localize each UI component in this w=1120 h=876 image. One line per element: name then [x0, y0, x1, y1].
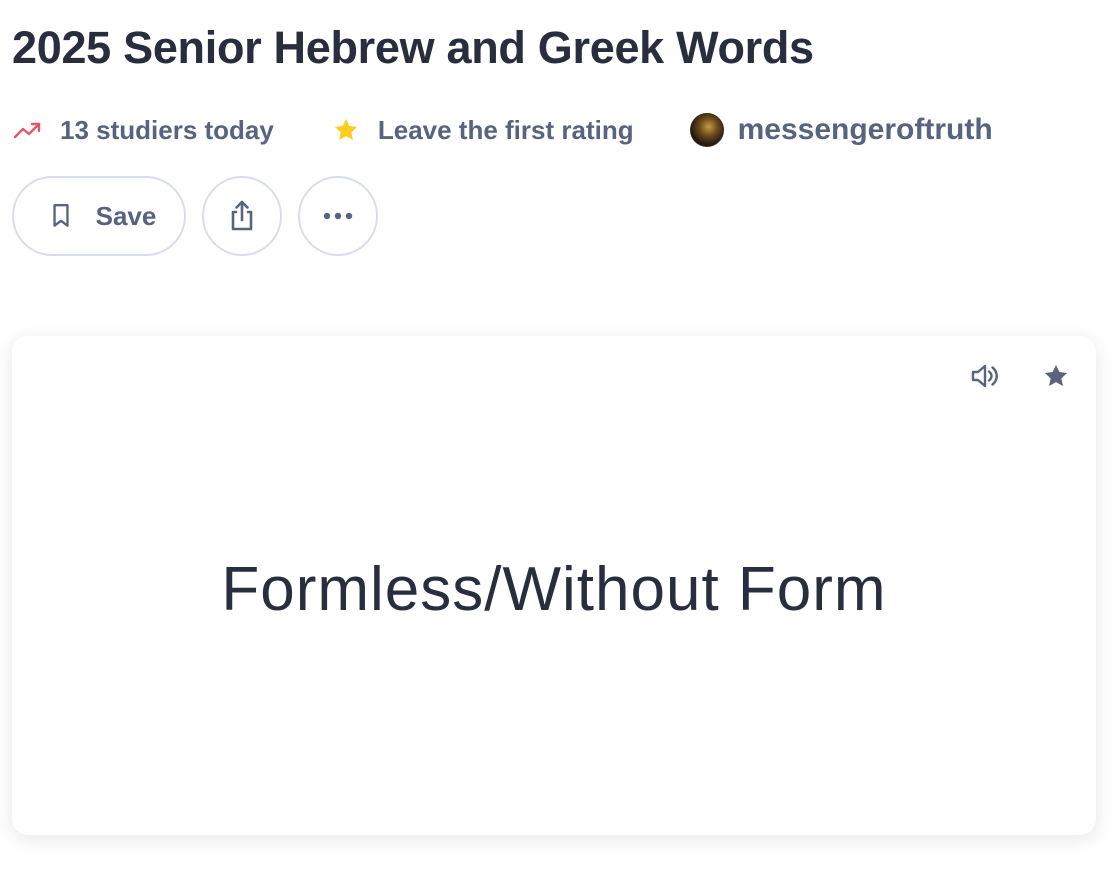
set-actions: Save	[12, 176, 378, 256]
star-icon	[332, 116, 360, 144]
share-button[interactable]	[202, 176, 282, 256]
more-horizontal-icon	[320, 198, 356, 234]
studiers-label: 13 studiers today	[60, 114, 274, 145]
trending-up-icon	[12, 118, 44, 142]
rating-label[interactable]: Leave the first rating	[378, 115, 634, 146]
rating-prompt[interactable]: Leave the first rating	[332, 115, 634, 146]
set-title: 2025 Senior Hebrew and Greek Words	[12, 22, 814, 73]
speaker-icon[interactable]	[968, 360, 1000, 392]
save-button[interactable]: Save	[12, 176, 186, 256]
save-label: Save	[95, 200, 157, 231]
star-icon[interactable]	[1040, 360, 1072, 392]
avatar[interactable]	[689, 113, 724, 147]
share-icon	[224, 198, 260, 234]
bookmark-icon	[48, 202, 74, 230]
more-options-button[interactable]	[298, 176, 378, 256]
flashcard-term: Formless/Without Form	[221, 555, 887, 624]
author-name[interactable]: messengeroftruth	[738, 113, 993, 147]
flashcard[interactable]: Formless/Without Form	[12, 336, 1096, 835]
studiers-count: 13 studiers today	[12, 115, 274, 146]
flashcard-set-page: 2025 Senior Hebrew and Greek Words 13 st…	[0, 0, 1120, 876]
author-link[interactable]: messengeroftruth	[689, 113, 993, 147]
set-meta-row: 13 studiers today Leave the first rating…	[12, 110, 993, 150]
